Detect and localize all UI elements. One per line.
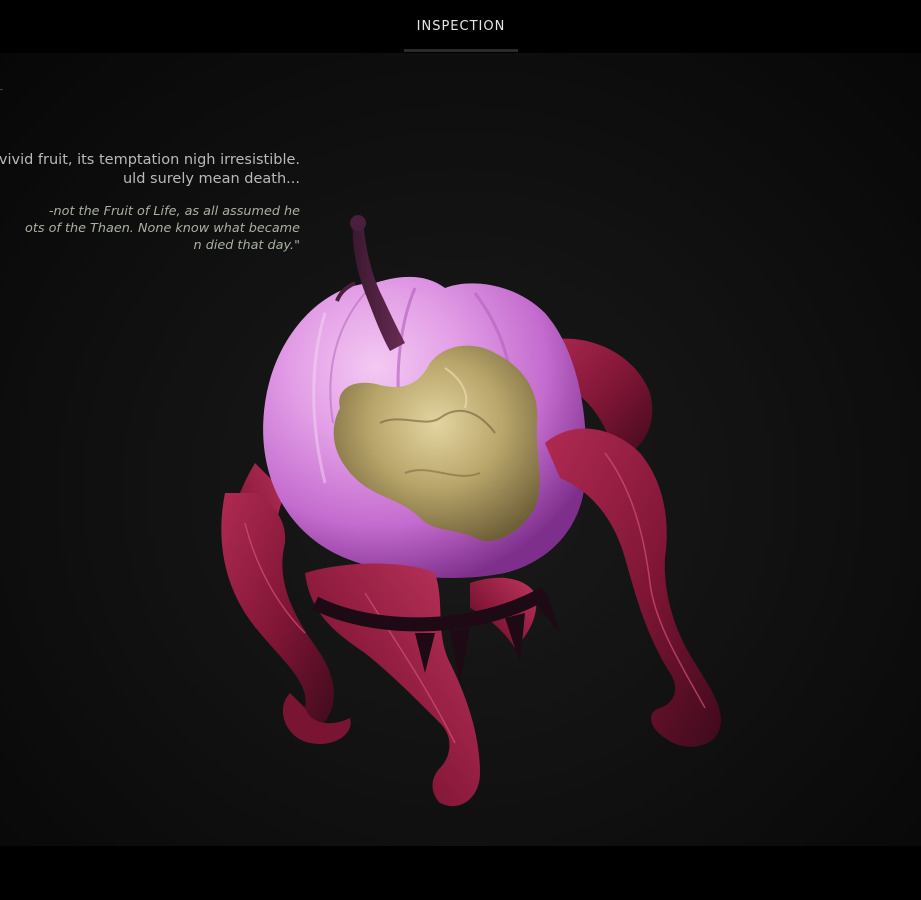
top-bar: INSPECTION (0, 0, 921, 53)
tab-inspection[interactable]: INSPECTION (404, 0, 518, 53)
panel-edge-mark (0, 89, 3, 90)
fruit-3d-model[interactable] (215, 163, 735, 823)
inspection-screen: INSPECTION vivid fruit, its temptation n… (0, 0, 921, 900)
tab-active-indicator (404, 49, 518, 52)
inspection-viewport[interactable]: vivid fruit, its temptation nigh irresis… (0, 53, 921, 846)
bottom-bar (0, 846, 921, 900)
